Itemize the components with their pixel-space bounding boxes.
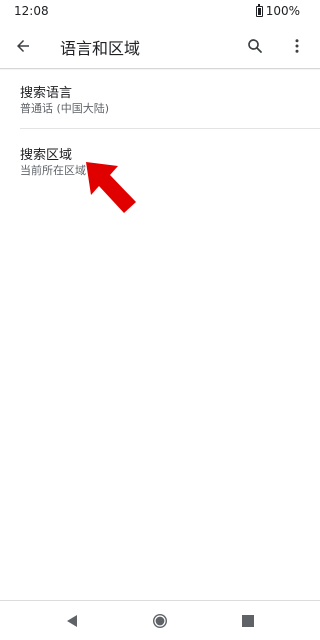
app-bar: 语言和区域 bbox=[0, 24, 320, 68]
app-bar-divider bbox=[0, 68, 320, 69]
search-icon bbox=[248, 39, 262, 53]
list-divider bbox=[20, 128, 320, 129]
status-indicators: 100% bbox=[255, 3, 300, 18]
item-title: 搜索区域 bbox=[20, 148, 73, 163]
arrow-back-icon bbox=[17, 40, 29, 52]
battery-icon bbox=[255, 3, 263, 17]
status-time: 12:08 bbox=[14, 4, 49, 18]
more-options-button[interactable] bbox=[284, 33, 310, 59]
nav-recents-button[interactable] bbox=[236, 609, 260, 633]
nav-back-button[interactable] bbox=[60, 609, 84, 633]
page-title: 语言和区域 bbox=[60, 39, 141, 58]
back-button[interactable] bbox=[10, 33, 36, 59]
battery-level: 100% bbox=[265, 4, 300, 18]
status-bar: 12:08 100% bbox=[0, 0, 320, 24]
red-arrow-pointer bbox=[86, 162, 136, 213]
settings-item-search-region[interactable]: 搜索区域 当前所在区域 bbox=[0, 130, 320, 188]
more-vert-icon bbox=[295, 39, 299, 53]
settings-item-search-language[interactable]: 搜索语言 普通话 (中国大陆) bbox=[0, 70, 320, 128]
item-subtitle: 当前所在区域 bbox=[20, 164, 86, 177]
item-title: 搜索语言 bbox=[20, 86, 73, 101]
item-subtitle: 普通话 (中国大陆) bbox=[20, 102, 110, 115]
system-nav-bar bbox=[0, 600, 320, 640]
nav-home-button[interactable] bbox=[148, 609, 172, 633]
triangle-back-icon bbox=[67, 615, 77, 627]
search-button[interactable] bbox=[242, 33, 268, 59]
circle-home-icon bbox=[153, 614, 167, 628]
square-recents-icon bbox=[242, 615, 254, 627]
